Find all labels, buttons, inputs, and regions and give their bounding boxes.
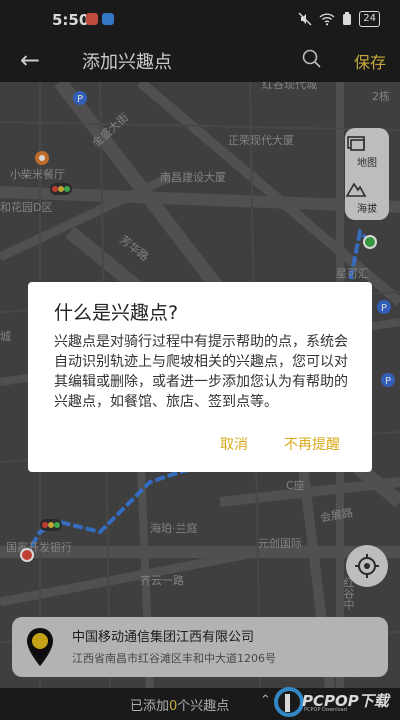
poi-info-dialog: 什么是兴趣点? 兴趣点是对骑行过程中有提示帮助的点，系统会自动识别轨迹上与爬坡相…: [28, 282, 372, 472]
dont-remind-button[interactable]: 不再提醒: [284, 434, 340, 454]
dialog-body: 兴趣点是对骑行过程中有提示帮助的点，系统会自动识别轨迹上与爬坡相关的兴趣点，您可…: [54, 334, 348, 410]
cancel-button[interactable]: 取消: [220, 434, 248, 454]
dialog-title: 什么是兴趣点?: [54, 302, 179, 324]
